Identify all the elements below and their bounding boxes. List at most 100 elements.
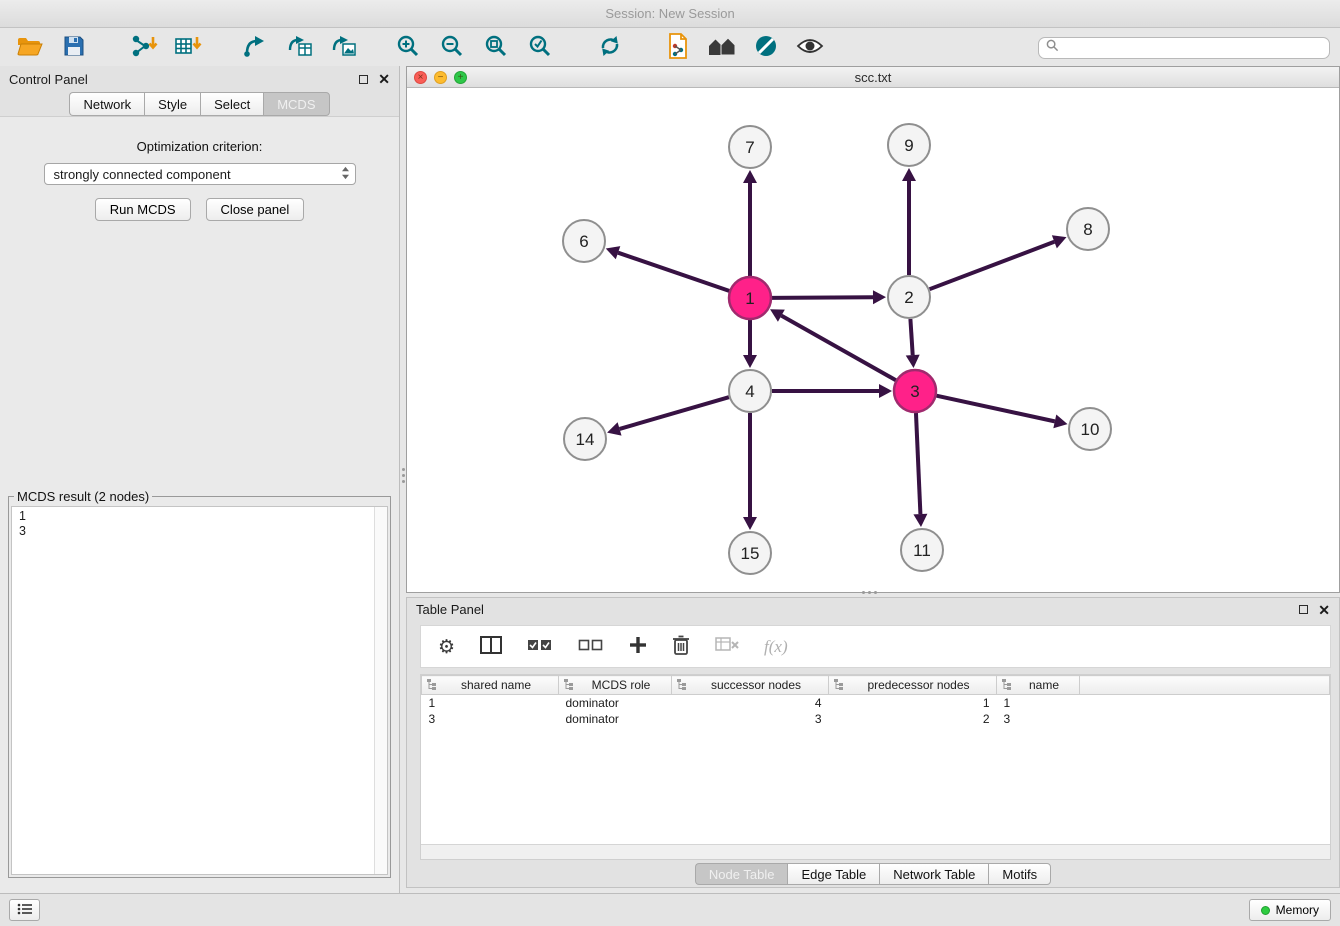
- tab-mcds[interactable]: MCDS: [263, 92, 329, 116]
- network-overview-button[interactable]: [702, 33, 742, 63]
- zoom-in-button[interactable]: [388, 33, 428, 63]
- close-table-panel-icon[interactable]: ✕: [1318, 604, 1330, 616]
- column-header-name[interactable]: name: [997, 676, 1080, 695]
- criterion-dropdown[interactable]: strongly connected component: [44, 163, 356, 185]
- graph-edge-4-14[interactable]: [620, 397, 729, 429]
- open-session-button[interactable]: [10, 33, 50, 63]
- search-input[interactable]: [1064, 41, 1322, 55]
- table-row[interactable]: 1dominator411: [422, 695, 1330, 711]
- zoom-fit-button[interactable]: [476, 33, 516, 63]
- delete-row-button[interactable]: [672, 634, 690, 659]
- view-toolbar-group: [658, 33, 830, 63]
- tab-select[interactable]: Select: [200, 92, 263, 116]
- graph-edge-2-8[interactable]: [930, 242, 1055, 289]
- zoom-out-button[interactable]: [432, 33, 472, 63]
- vertical-splitter-handle[interactable]: [401, 468, 405, 484]
- network-tools-group: [236, 33, 364, 63]
- graph-edge-3-1[interactable]: [781, 316, 895, 381]
- export-document-button[interactable]: [658, 33, 698, 63]
- table-cell[interactable]: 3: [672, 711, 829, 727]
- search-icon: [1046, 39, 1059, 57]
- table-header-row: shared name: [422, 676, 1330, 695]
- tab-network-table[interactable]: Network Table: [879, 863, 988, 885]
- float-table-panel-icon[interactable]: [1299, 605, 1308, 614]
- table-settings-button[interactable]: ⚙: [438, 636, 455, 658]
- export-image-button[interactable]: [324, 33, 364, 63]
- unchecked-boxes-icon: [578, 638, 604, 655]
- network-canvas[interactable]: 7968124314101511: [407, 88, 1339, 592]
- deselect-all-button[interactable]: [578, 638, 604, 655]
- horizontal-splitter-handle[interactable]: [862, 590, 880, 594]
- table-cell[interactable]: dominator: [559, 711, 672, 727]
- window-controls: × − +: [414, 71, 467, 84]
- graph-edge-arrowhead: [743, 355, 757, 368]
- column-header-mcds-role[interactable]: MCDS role: [559, 676, 672, 695]
- maximize-window-icon[interactable]: +: [454, 71, 467, 84]
- list-icon: [17, 903, 33, 918]
- table-cell[interactable]: 1: [422, 695, 559, 711]
- table-cell[interactable]: 1: [829, 695, 997, 711]
- minimize-window-icon[interactable]: −: [434, 71, 447, 84]
- table-cell[interactable]: 1: [997, 695, 1080, 711]
- style-toggle-button[interactable]: [746, 33, 786, 63]
- graph-node-label: 2: [904, 288, 913, 307]
- tab-network[interactable]: Network: [69, 92, 144, 116]
- tab-style[interactable]: Style: [144, 92, 200, 116]
- network-from-table-button[interactable]: [280, 33, 320, 63]
- graph-edge-2-3[interactable]: [910, 319, 912, 355]
- float-panel-icon[interactable]: [359, 75, 368, 84]
- column-header-successor-nodes[interactable]: successor nodes: [672, 676, 829, 695]
- trash-icon: [672, 634, 690, 659]
- table-row[interactable]: 3dominator323: [422, 711, 1330, 727]
- import-table-button[interactable]: [168, 33, 208, 63]
- column-sort-icon: [833, 678, 845, 693]
- graph-node-label: 3: [910, 382, 919, 401]
- function-builder-button[interactable]: f(x): [764, 637, 788, 657]
- table-cell[interactable]: 3: [997, 711, 1080, 727]
- zoom-selected-button[interactable]: [520, 33, 560, 63]
- table-cell[interactable]: 2: [829, 711, 997, 727]
- memory-button[interactable]: Memory: [1249, 899, 1331, 921]
- graph-edge-1-6[interactable]: [618, 253, 729, 291]
- column-header-predecessor-nodes[interactable]: predecessor nodes: [829, 676, 997, 695]
- import-network-button[interactable]: [124, 33, 164, 63]
- network-graph: 7968124314101511: [407, 88, 1339, 592]
- save-session-button[interactable]: [54, 33, 94, 63]
- graph-edge-arrowhead: [607, 422, 621, 435]
- close-panel-icon[interactable]: ✕: [378, 73, 390, 85]
- new-network-button[interactable]: [236, 33, 276, 63]
- run-mcds-button[interactable]: Run MCDS: [95, 198, 191, 221]
- table-cell[interactable]: dominator: [559, 695, 672, 711]
- add-column-button[interactable]: [629, 636, 647, 657]
- show-columns-button[interactable]: [480, 635, 502, 658]
- mcds-result-item[interactable]: 3: [19, 524, 387, 539]
- tab-node-table[interactable]: Node Table: [695, 863, 788, 885]
- graph-edge-1-2[interactable]: [772, 297, 873, 298]
- column-header-shared-name[interactable]: shared name: [422, 676, 559, 695]
- result-scrollbar[interactable]: [374, 507, 387, 874]
- memory-label: Memory: [1276, 903, 1319, 917]
- main-toolbar: [0, 29, 1340, 66]
- tab-motifs[interactable]: Motifs: [988, 863, 1051, 885]
- graph-edge-3-10[interactable]: [936, 396, 1054, 422]
- table-cell[interactable]: 4: [672, 695, 829, 711]
- close-panel-button[interactable]: Close panel: [206, 198, 305, 221]
- select-all-button[interactable]: [527, 638, 553, 655]
- checked-boxes-icon: [527, 638, 553, 655]
- plus-icon: [629, 636, 647, 657]
- status-menu-button[interactable]: [9, 899, 40, 921]
- tab-edge-table[interactable]: Edge Table: [787, 863, 879, 885]
- show-hide-button[interactable]: [790, 33, 830, 63]
- close-window-icon[interactable]: ×: [414, 71, 427, 84]
- apply-layout-button[interactable]: [590, 33, 630, 63]
- delete-column-button[interactable]: [715, 636, 739, 657]
- search-box[interactable]: [1038, 37, 1330, 59]
- graph-edge-3-11[interactable]: [916, 413, 920, 514]
- table-cell[interactable]: 3: [422, 711, 559, 727]
- mcds-result-item[interactable]: 1: [19, 509, 387, 524]
- horizontal-scrollbar[interactable]: [421, 844, 1330, 859]
- save-icon: [63, 35, 85, 60]
- delete-column-icon: [715, 636, 739, 657]
- refresh-icon: [598, 34, 622, 61]
- mcds-result-list[interactable]: 13: [11, 506, 388, 875]
